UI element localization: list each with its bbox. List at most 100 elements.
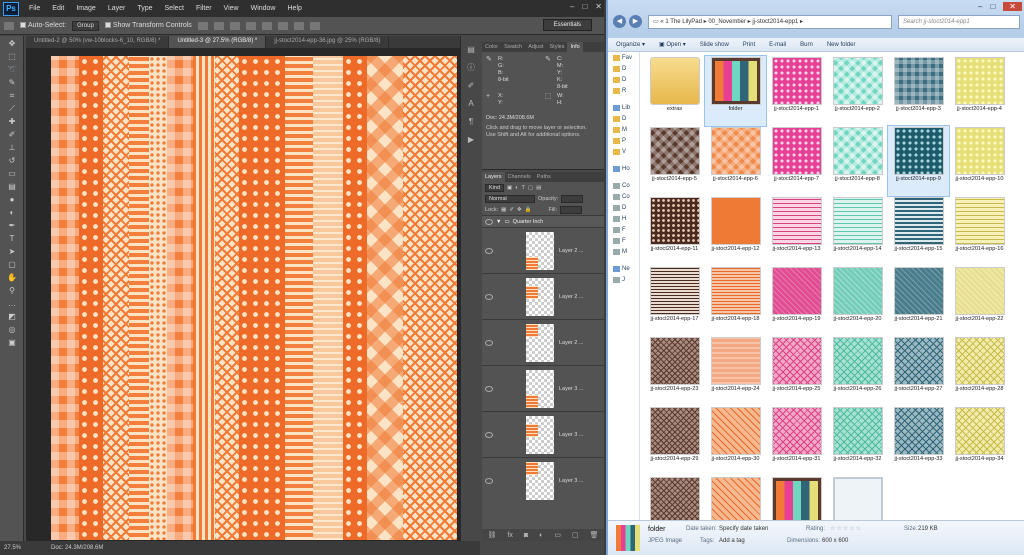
file-item[interactable]: jj-stoct2014-epp-6 bbox=[705, 126, 766, 196]
file-item[interactable]: jj-stoct2014-epp-16 bbox=[949, 196, 1010, 266]
healing-brush-icon[interactable]: ✚ bbox=[6, 117, 18, 127]
burn-button[interactable]: Burn bbox=[800, 42, 813, 48]
nav-item[interactable]: Ne bbox=[608, 263, 639, 274]
nav-item[interactable]: P bbox=[608, 135, 639, 146]
menu-file[interactable]: File bbox=[23, 5, 46, 12]
link-layers-icon[interactable]: ⛓ bbox=[488, 531, 497, 539]
move-tool-icon[interactable]: ✥ bbox=[6, 39, 18, 49]
group-dropdown[interactable]: Group bbox=[72, 20, 99, 31]
quick-mask-icon[interactable]: ◎ bbox=[6, 325, 18, 335]
filter-adjust-icon[interactable]: ◐ bbox=[515, 185, 518, 191]
nav-item[interactable]: Lib bbox=[608, 102, 639, 113]
nav-item[interactable]: D bbox=[608, 63, 639, 74]
file-item[interactable]: jj-stoct2014-epp-9 bbox=[887, 125, 950, 197]
more-tools-icon[interactable]: … bbox=[6, 299, 18, 309]
history-brush-icon[interactable]: ↺ bbox=[6, 156, 18, 166]
file-item[interactable]: jj-stoct2014-epp-7 bbox=[766, 126, 827, 196]
minimize-icon[interactable]: – bbox=[978, 2, 982, 11]
eraser-tool-icon[interactable]: ▭ bbox=[6, 169, 18, 179]
file-item[interactable]: jj-stoct2014-epp-19 bbox=[766, 266, 827, 336]
show-transform-checkbox[interactable]: Show Transform Controls bbox=[104, 22, 192, 29]
date-taken-value[interactable]: Specify date taken bbox=[719, 526, 768, 532]
file-item[interactable]: jj-stoct2014-epp-8 bbox=[827, 126, 888, 196]
layer-row[interactable]: Layer 3 ... bbox=[482, 365, 604, 411]
slideshow-button[interactable]: Slide show bbox=[700, 42, 729, 48]
visibility-eye-icon[interactable] bbox=[485, 218, 493, 225]
canvas-area[interactable] bbox=[26, 48, 480, 541]
nav-item[interactable]: D bbox=[608, 74, 639, 85]
maximize-icon[interactable]: □ bbox=[990, 2, 995, 11]
tab-paths[interactable]: Paths bbox=[534, 172, 554, 182]
menu-layer[interactable]: Layer bbox=[102, 5, 132, 12]
file-item[interactable]: jj-stoct2014-epp-26 bbox=[827, 336, 888, 406]
new-layer-icon[interactable]: ▢ bbox=[572, 531, 579, 539]
file-item[interactable]: jj-stoct2014-epp-31 bbox=[766, 406, 827, 476]
file-item[interactable]: jj-stoct2014-epp-23 bbox=[644, 336, 705, 406]
file-item[interactable]: jj-stoct2014-epp-17 bbox=[644, 266, 705, 336]
folder-item[interactable]: extras bbox=[644, 56, 705, 126]
path-select-icon[interactable]: ➤ bbox=[6, 247, 18, 257]
canvas-artwork[interactable] bbox=[51, 56, 457, 540]
file-item[interactable]: jj-stoct2014-epp-10 bbox=[949, 126, 1010, 196]
file-item[interactable]: jj-stoct2014-epp-2 bbox=[827, 56, 888, 126]
blur-tool-icon[interactable]: ● bbox=[6, 195, 18, 205]
lasso-tool-icon[interactable]: ➰ bbox=[6, 65, 18, 75]
file-item[interactable]: jj-stoct2014-epp-20 bbox=[827, 266, 888, 336]
visibility-eye-icon[interactable] bbox=[485, 293, 493, 300]
shape-tool-icon[interactable]: ▢ bbox=[6, 260, 18, 270]
nav-item[interactable]: F bbox=[608, 235, 639, 246]
open-button[interactable]: ▣ Open ▾ bbox=[659, 41, 686, 48]
screen-mode-icon[interactable]: ▣ bbox=[6, 338, 18, 348]
filter-smart-icon[interactable]: ▤ bbox=[536, 185, 541, 191]
nav-item[interactable]: Fav bbox=[608, 52, 639, 63]
file-item[interactable]: jj-stoct2014-epp-30 bbox=[705, 406, 766, 476]
brush-tool-icon[interactable]: ✐ bbox=[6, 130, 18, 140]
email-button[interactable]: E-mail bbox=[769, 42, 786, 48]
menu-select[interactable]: Select bbox=[159, 5, 190, 12]
opacity-input[interactable] bbox=[561, 194, 584, 203]
file-item[interactable]: jj-stoct2014-epp-33 bbox=[888, 406, 949, 476]
file-item[interactable]: jj-stoct2014-epp-13 bbox=[766, 196, 827, 266]
file-item[interactable]: jj-stoct2014-epp-15 bbox=[888, 196, 949, 266]
adjustment-layer-icon[interactable]: ◐ bbox=[539, 532, 543, 539]
align-top-icon[interactable] bbox=[197, 21, 208, 30]
nav-item[interactable]: H bbox=[608, 213, 639, 224]
file-item[interactable]: jj-stoct2014-epp-3 bbox=[888, 56, 949, 126]
expand-triangle-icon[interactable]: ▼ bbox=[496, 219, 501, 225]
layer-row[interactable]: Layer 2 ... bbox=[482, 227, 604, 273]
hand-tool-icon[interactable]: ✋ bbox=[6, 273, 18, 283]
nav-item[interactable]: J bbox=[608, 274, 639, 285]
lock-transparency-icon[interactable]: ▦ bbox=[501, 207, 506, 213]
breadcrumb-segment[interactable]: 00_November bbox=[708, 19, 746, 25]
menu-image[interactable]: Image bbox=[70, 5, 101, 12]
file-item[interactable]: jj-stoct2014-epp-21 bbox=[888, 266, 949, 336]
clone-stamp-icon[interactable]: ⊥ bbox=[6, 143, 18, 153]
kind-filter-dropdown[interactable]: Kind bbox=[485, 183, 505, 192]
tab-layers[interactable]: Layers bbox=[482, 172, 505, 182]
file-item[interactable]: jj-stoct2014-epp-25 bbox=[766, 336, 827, 406]
filter-type-icon[interactable]: T bbox=[522, 185, 525, 191]
fx-icon[interactable]: fx bbox=[507, 532, 512, 539]
nav-item[interactable]: D bbox=[608, 113, 639, 124]
align-center-icon[interactable] bbox=[261, 21, 272, 30]
workspace-button[interactable]: Essentials bbox=[542, 19, 592, 31]
nav-item[interactable]: F bbox=[608, 224, 639, 235]
pen-tool-icon[interactable]: ✒ bbox=[6, 221, 18, 231]
history-icon[interactable]: ▤ bbox=[466, 46, 476, 54]
eyedropper-icon[interactable]: ⟋ bbox=[6, 104, 18, 114]
add-mask-icon[interactable]: ◙ bbox=[524, 532, 528, 539]
search-input[interactable]: Search jj-stoct2014-epp1 bbox=[898, 15, 1020, 29]
nav-item[interactable]: Ho bbox=[608, 163, 639, 174]
back-icon[interactable]: ◀ bbox=[613, 15, 626, 28]
blend-mode-dropdown[interactable]: Normal bbox=[485, 194, 535, 203]
doc-tab[interactable]: Untitled-2 @ 50% (vw-10blocks-6_10, RGB/… bbox=[26, 36, 170, 48]
new-folder-button[interactable]: New folder bbox=[827, 42, 856, 48]
menu-window[interactable]: Window bbox=[245, 5, 282, 12]
file-item[interactable]: jj-stoct2014-epp-27 bbox=[888, 336, 949, 406]
quick-select-icon[interactable]: ✎ bbox=[6, 78, 18, 88]
menu-view[interactable]: View bbox=[218, 5, 245, 12]
menu-type[interactable]: Type bbox=[131, 5, 158, 12]
tab-styles[interactable]: Styles bbox=[547, 42, 568, 52]
nav-item[interactable]: Co bbox=[608, 180, 639, 191]
align-bottom-icon[interactable] bbox=[229, 21, 240, 30]
